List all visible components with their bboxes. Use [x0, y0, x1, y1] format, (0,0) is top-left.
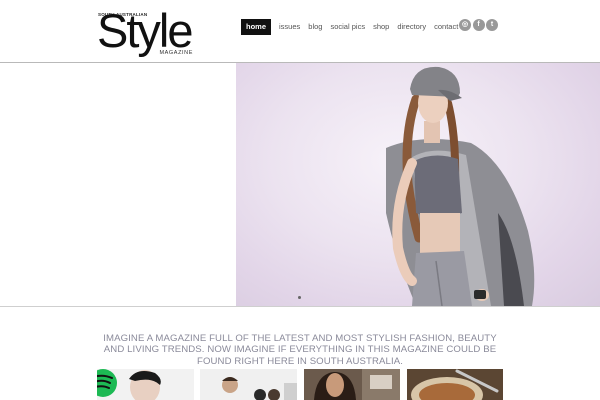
logo-wordmark: Style [97, 4, 193, 57]
nav-item-blog[interactable]: blog [308, 19, 322, 35]
nav-item-contact[interactable]: contact [434, 19, 458, 35]
hero-slider [0, 63, 600, 307]
instagram-icon[interactable]: ◎ [459, 19, 471, 31]
nav-item-social-pics[interactable]: social pics [330, 19, 365, 35]
site-header: SOUTH AUSTRALIAN Style MAGAZINE home iss… [0, 0, 600, 63]
twitter-icon[interactable]: t [486, 19, 498, 31]
hero-fashion-photo [236, 63, 600, 306]
nav-item-shop[interactable]: shop [373, 19, 389, 35]
logo-subtitle: MAGAZINE [159, 50, 193, 56]
thumbnail-fashion[interactable] [304, 369, 400, 400]
fashion-model-illustration [386, 66, 535, 306]
thumbnail-music[interactable] [97, 369, 194, 400]
slider-indicator-dot[interactable] [298, 296, 301, 299]
featured-thumbnails [97, 369, 503, 400]
spotify-man-illustration [97, 369, 161, 400]
thumbnail-food[interactable] [407, 369, 503, 400]
thumbnail-people[interactable] [200, 369, 297, 400]
site-logo[interactable]: SOUTH AUSTRALIAN Style MAGAZINE [97, 6, 197, 58]
social-links: ◎ f t [459, 19, 500, 31]
main-nav: home issues blog social pics shop direct… [241, 19, 466, 35]
nav-item-home[interactable]: home [241, 19, 272, 35]
facebook-icon[interactable]: f [472, 19, 485, 31]
nav-item-directory[interactable]: directory [397, 19, 426, 35]
intro-tagline: IMAGINE A MAGAZINE FULL OF THE LATEST AN… [103, 332, 497, 367]
food-bowl-illustration [407, 369, 503, 400]
nav-item-issues[interactable]: issues [279, 19, 300, 35]
long-hair-man-illustration [304, 369, 400, 400]
group-photo-illustration [200, 369, 297, 400]
